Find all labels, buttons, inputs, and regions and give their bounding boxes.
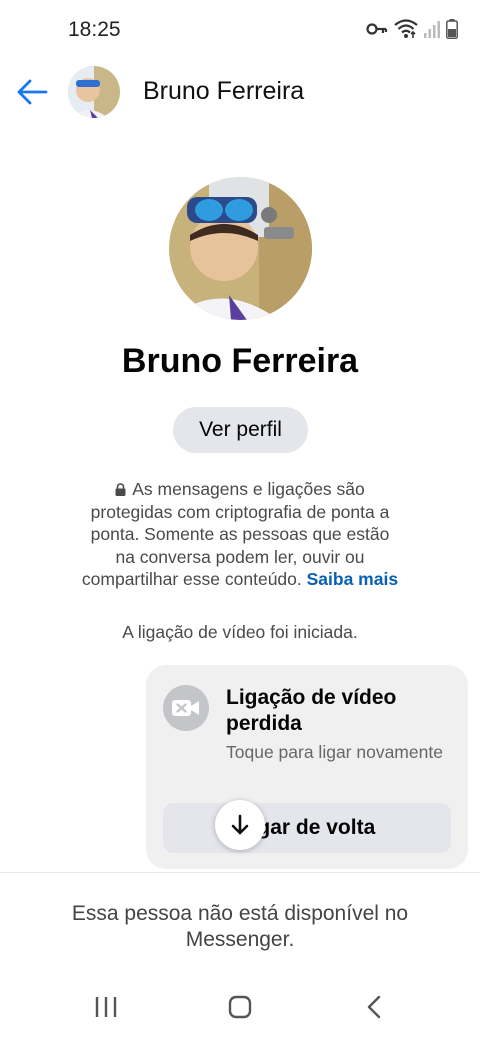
call-back-button[interactable]: Ligar de volta bbox=[163, 803, 451, 853]
unavailable-text: Essa pessoa não está disponível no Messe… bbox=[71, 902, 409, 951]
back-icon bbox=[367, 995, 381, 1019]
recent-apps-icon bbox=[95, 997, 117, 1017]
status-icons bbox=[366, 19, 458, 39]
scroll-to-bottom-button[interactable] bbox=[215, 800, 265, 850]
signal-icon bbox=[424, 21, 440, 38]
header-avatar[interactable] bbox=[68, 66, 120, 118]
call-started-event: A ligação de vídeo foi iniciada. bbox=[122, 622, 358, 642]
view-profile-button[interactable]: Ver perfil bbox=[173, 407, 308, 453]
nav-back-button[interactable] bbox=[354, 992, 394, 1022]
status-bar: 18:25 bbox=[0, 0, 480, 60]
missed-video-call-icon bbox=[163, 685, 209, 731]
recent-apps-button[interactable] bbox=[86, 992, 126, 1022]
profile-photo bbox=[169, 177, 312, 320]
learn-more-link[interactable]: Saiba mais bbox=[307, 569, 398, 589]
unavailable-footer: Essa pessoa não está disponível no Messe… bbox=[0, 872, 480, 972]
missed-call-title: Ligação de vídeo perdida bbox=[226, 686, 397, 735]
missed-call-subtitle: Toque para ligar novamente bbox=[226, 742, 443, 762]
battery-icon bbox=[446, 19, 458, 39]
encryption-notice: As mensagens e ligações são protegidas c… bbox=[80, 478, 400, 591]
chat-header: Bruno Ferreira bbox=[0, 60, 480, 124]
profile-avatar[interactable] bbox=[169, 177, 312, 320]
arrow-left-icon bbox=[17, 79, 48, 105]
call-back-label: Ligar de volta bbox=[238, 816, 376, 839]
home-button[interactable] bbox=[220, 992, 260, 1022]
back-button[interactable] bbox=[12, 74, 52, 110]
lock-icon bbox=[115, 483, 126, 496]
status-time: 18:25 bbox=[68, 18, 121, 41]
system-nav-bar bbox=[0, 972, 480, 1042]
wifi-icon bbox=[394, 19, 418, 38]
missed-call-card[interactable]: Ligação de vídeo perdida Toque para liga… bbox=[146, 665, 468, 869]
arrow-down-icon bbox=[231, 814, 249, 835]
header-contact-name[interactable]: Bruno Ferreira bbox=[143, 77, 304, 106]
avatar-photo bbox=[68, 66, 120, 118]
home-icon bbox=[228, 995, 252, 1019]
profile-name: Bruno Ferreira bbox=[121, 342, 359, 380]
vpn-key-icon bbox=[366, 23, 388, 35]
